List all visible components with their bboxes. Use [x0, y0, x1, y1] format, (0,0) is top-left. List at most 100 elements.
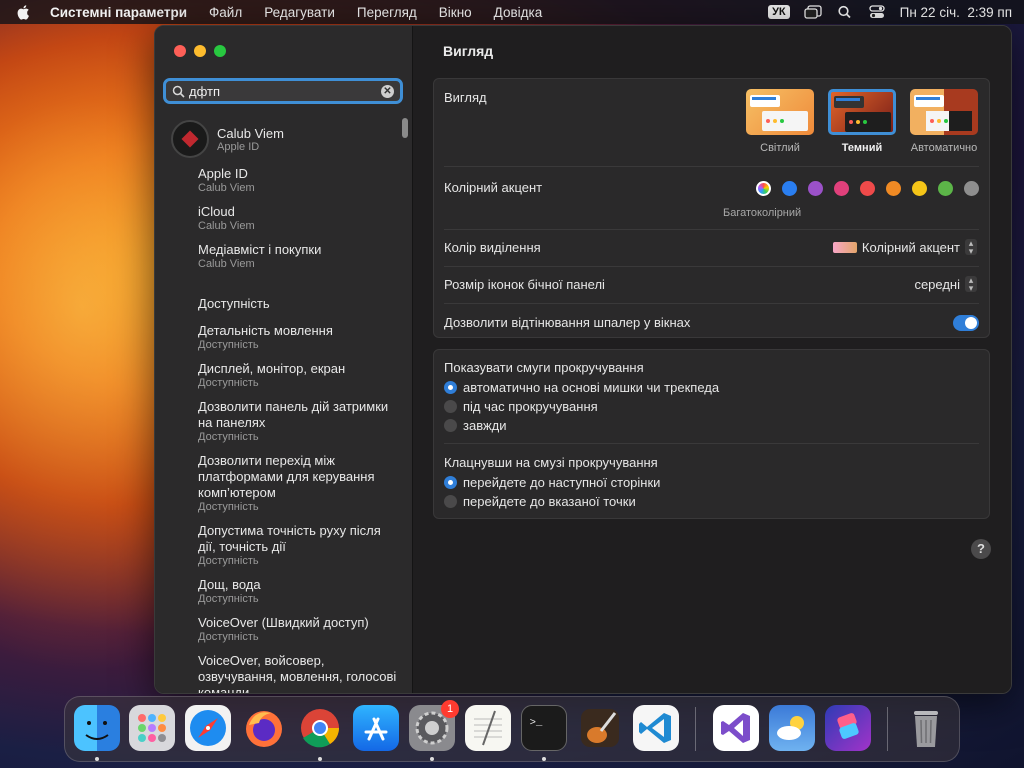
- firefox-icon[interactable]: [241, 705, 287, 751]
- list-item-icloud[interactable]: iCloud Calub Viem: [198, 204, 398, 233]
- shortcuts-icon[interactable]: [825, 705, 871, 751]
- list-item[interactable]: Дозволити панель дій затримки на панелях…: [198, 399, 398, 444]
- zoom-button[interactable]: [214, 45, 226, 57]
- menu-help[interactable]: Довідка: [494, 5, 543, 20]
- clear-search-icon[interactable]: ✕: [381, 85, 394, 98]
- radio-button: [444, 381, 457, 394]
- radio-label: перейдете до наступної сторінки: [463, 475, 661, 490]
- list-item-title: Дозволити панель дій затримки на панелях: [198, 399, 389, 430]
- radio-label: під час прокручування: [463, 399, 598, 414]
- list-item-apple-id[interactable]: Apple ID Calub Viem: [198, 166, 398, 195]
- list-item-subtitle: Доступність: [198, 555, 259, 567]
- click-spot-radio[interactable]: перейдете до вказаної точки: [444, 494, 636, 509]
- menubar-clock[interactable]: Пн 22 січ. 2:39 пп: [900, 5, 1012, 20]
- control-center-icon[interactable]: [868, 5, 886, 19]
- dock: 1 >_: [64, 696, 960, 762]
- accent-green-swatch[interactable]: [938, 181, 953, 196]
- terminal-icon[interactable]: >_: [521, 705, 567, 751]
- search-field[interactable]: ✕: [163, 78, 403, 104]
- radio-button: [444, 400, 457, 413]
- icon-size-popup[interactable]: середні ▴ ▾: [914, 276, 977, 293]
- vscode-icon[interactable]: [633, 705, 679, 751]
- scrollbars-scrolling-radio[interactable]: під час прокручування: [444, 399, 598, 414]
- menu-file[interactable]: Файл: [209, 5, 242, 20]
- list-item[interactable]: Дозволити перехід між платформами для ке…: [198, 453, 398, 514]
- launchpad-icon[interactable]: [129, 705, 175, 751]
- list-item[interactable]: Детальність мовлення Доступність: [198, 323, 398, 352]
- menu-edit[interactable]: Редагувати: [264, 5, 335, 20]
- sidebar-scrollbar[interactable]: [402, 118, 408, 138]
- app-store-icon[interactable]: [353, 705, 399, 751]
- scrollbars-always-radio[interactable]: завжди: [444, 418, 507, 433]
- help-button[interactable]: ?: [971, 539, 991, 559]
- divider: [444, 266, 979, 267]
- highlight-color-popup[interactable]: Колірний акцент ▴ ▾: [832, 239, 977, 256]
- list-item[interactable]: Дисплей, монітор, екран Доступність: [198, 361, 398, 390]
- divider: [444, 229, 979, 230]
- menu-view[interactable]: Перегляд: [357, 5, 417, 20]
- accent-label: Колірний акцент: [444, 180, 543, 195]
- close-button[interactable]: [174, 45, 186, 57]
- accent-red-swatch[interactable]: [860, 181, 875, 196]
- accent-selected-name: Багатоколірний: [723, 207, 802, 219]
- divider: [444, 303, 979, 304]
- scrollbars-card: Показувати смуги прокручування автоматич…: [433, 349, 990, 519]
- radio-label: перейдете до вказаної точки: [463, 494, 636, 509]
- scrollbars-auto-radio[interactable]: автоматично на основі мишки чи трекпеда: [444, 380, 719, 395]
- theme-dark-label: Темний: [841, 142, 883, 154]
- list-item-subtitle: Доступність: [198, 593, 259, 605]
- appearance-label: Вигляд: [444, 90, 487, 105]
- list-item[interactable]: Допустима точність руху після дії, точні…: [198, 523, 398, 568]
- weather-icon[interactable]: [769, 705, 815, 751]
- search-input[interactable]: [189, 83, 369, 99]
- running-indicator: [95, 757, 99, 761]
- click-next-page-radio[interactable]: перейдете до наступної сторінки: [444, 475, 660, 490]
- menu-bar: Системні параметри Файл Редагувати Перег…: [0, 0, 1024, 24]
- appearance-card: Вигляд Світлий Темний Автоматично Колірн…: [433, 78, 990, 338]
- dock-separator: [887, 707, 888, 751]
- menu-app-name[interactable]: Системні параметри: [50, 5, 187, 20]
- spotlight-search-icon[interactable]: [836, 5, 854, 19]
- list-item-title: Дощ, вода: [198, 577, 261, 592]
- accent-pink-swatch[interactable]: [834, 181, 849, 196]
- textedit-icon[interactable]: [465, 705, 511, 751]
- theme-auto-option[interactable]: Автоматично: [909, 89, 979, 154]
- theme-light-thumbnail: [746, 89, 814, 135]
- accent-yellow-swatch[interactable]: [912, 181, 927, 196]
- input-source-badge[interactable]: УК: [768, 5, 790, 19]
- accent-purple-swatch[interactable]: [808, 181, 823, 196]
- stage-manager-icon[interactable]: [803, 5, 822, 19]
- svg-text:>_: >_: [530, 717, 543, 729]
- appearance-options: Світлий Темний Автоматично: [745, 89, 979, 154]
- tinting-toggle[interactable]: [953, 315, 979, 331]
- theme-dark-option[interactable]: Темний: [827, 89, 897, 154]
- trash-icon[interactable]: [903, 705, 949, 751]
- safari-icon[interactable]: [185, 705, 231, 751]
- theme-light-option[interactable]: Світлий: [745, 89, 815, 154]
- accent-color-picker: [756, 181, 979, 196]
- visual-studio-icon[interactable]: [713, 705, 759, 751]
- list-item-media-purchases[interactable]: Медіавміст і покупки Calub Viem: [198, 242, 398, 271]
- minimize-button[interactable]: [194, 45, 206, 57]
- garageband-icon[interactable]: [577, 705, 623, 751]
- accent-orange-swatch[interactable]: [886, 181, 901, 196]
- account-name: Calub Viem: [217, 125, 284, 141]
- divider: [444, 443, 979, 444]
- chrome-icon[interactable]: [297, 705, 343, 751]
- system-settings-icon[interactable]: 1: [409, 700, 459, 751]
- accent-graphite-swatch[interactable]: [964, 181, 979, 196]
- list-item-accessibility[interactable]: Доступність: [198, 296, 398, 312]
- list-item-title: VoiceOver (Швидкий доступ): [198, 615, 369, 630]
- accent-multicolor-swatch[interactable]: [756, 181, 771, 196]
- theme-auto-label: Автоматично: [910, 142, 978, 154]
- list-item[interactable]: Дощ, вода Доступність: [198, 577, 398, 606]
- window-controls: [174, 45, 226, 57]
- account-item[interactable]: Calub Viem Apple ID: [171, 120, 284, 158]
- running-indicator: [318, 757, 322, 761]
- list-item[interactable]: VoiceOver (Швидкий доступ) Доступність: [198, 615, 398, 644]
- list-item[interactable]: VoiceOver, войсовер, озвучування, мовлен…: [198, 653, 398, 693]
- accent-blue-swatch[interactable]: [782, 181, 797, 196]
- finder-icon[interactable]: [74, 705, 120, 751]
- apple-menu-icon[interactable]: [16, 4, 32, 20]
- menu-window[interactable]: Вікно: [439, 5, 472, 20]
